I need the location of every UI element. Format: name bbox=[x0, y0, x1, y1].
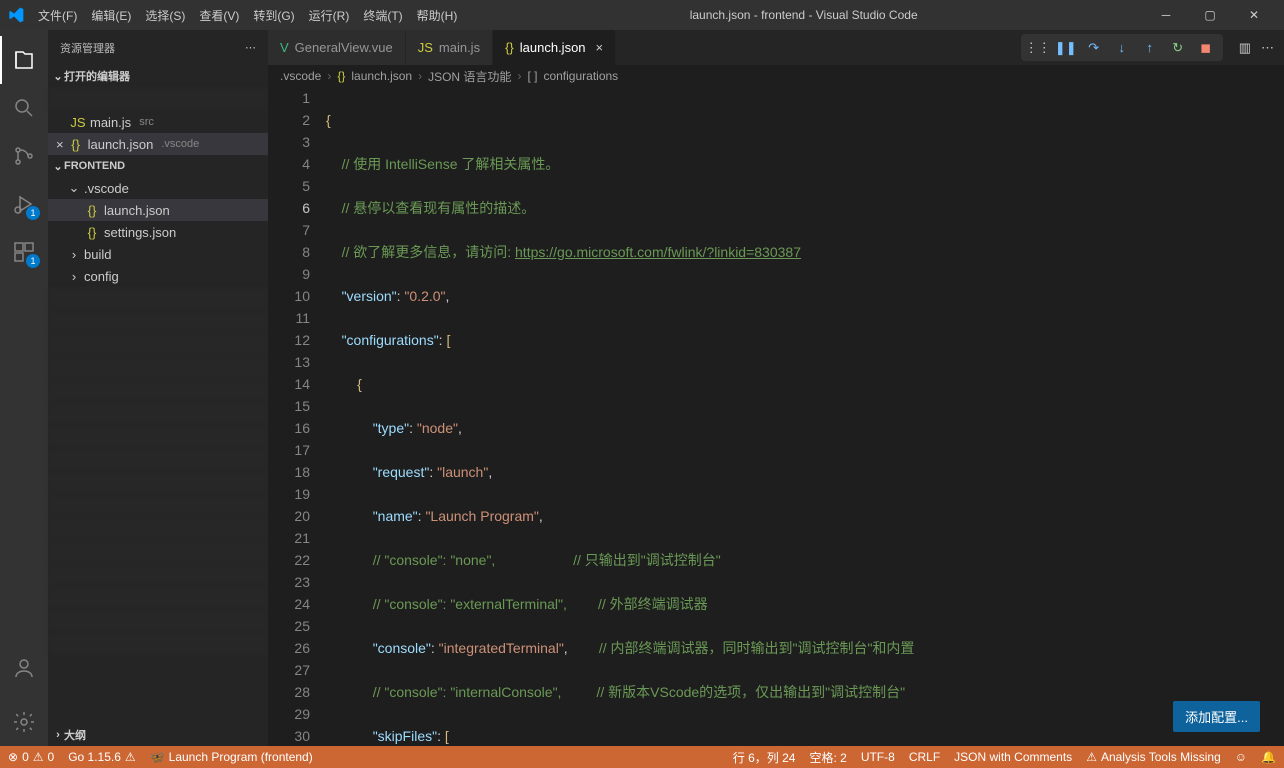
activity-extensions-icon[interactable]: 1 bbox=[0, 228, 48, 276]
activity-debug-icon[interactable]: 1 bbox=[0, 180, 48, 228]
blurred-row bbox=[48, 449, 268, 471]
tab-generalview[interactable]: VGeneralView.vue bbox=[268, 30, 406, 65]
sidebar-title: 资源管理器 ⋯ bbox=[48, 30, 268, 65]
status-launch-config[interactable]: 🦋Launch Program (frontend) bbox=[150, 750, 313, 764]
blurred-row bbox=[48, 88, 268, 110]
menu-run[interactable]: 运行(R) bbox=[303, 7, 356, 24]
project-header[interactable]: ⌄FRONTEND bbox=[48, 155, 268, 177]
breadcrumb-item[interactable]: .vscode bbox=[280, 69, 321, 83]
blurred-row bbox=[48, 403, 268, 425]
menu-help[interactable]: 帮助(H) bbox=[411, 7, 464, 24]
sidebar: 资源管理器 ⋯ ⌄打开的编辑器 JSmain.jssrc ×{}launch.j… bbox=[48, 30, 268, 746]
status-analysis[interactable]: ⚠Analysis Tools Missing bbox=[1086, 750, 1221, 764]
debug-pause-icon[interactable]: ❚❚ bbox=[1053, 35, 1079, 61]
code-content[interactable]: { // 使用 IntelliSense 了解相关属性。 // 悬停以查看现有属… bbox=[326, 87, 1284, 746]
status-feedback-icon[interactable]: ☺ bbox=[1235, 750, 1247, 764]
editor-more-icon[interactable]: ⋯ bbox=[1261, 40, 1274, 56]
breadcrumb-item[interactable]: launch.json bbox=[351, 69, 412, 83]
folder-build[interactable]: ›build bbox=[48, 243, 268, 265]
blurred-row bbox=[48, 610, 268, 632]
sidebar-title-text: 资源管理器 bbox=[60, 40, 115, 56]
file-settingsjson[interactable]: {}settings.json bbox=[48, 221, 268, 243]
activity-scm-icon[interactable] bbox=[0, 132, 48, 180]
file-launchjson[interactable]: {}launch.json bbox=[48, 199, 268, 221]
drag-handle-icon[interactable]: ⋮⋮ bbox=[1025, 35, 1051, 61]
window-minimize-icon[interactable]: ─ bbox=[1144, 0, 1188, 30]
ext-badge: 1 bbox=[26, 254, 40, 268]
blurred-row bbox=[48, 334, 268, 356]
minimap[interactable] bbox=[1170, 87, 1270, 746]
blurred-row bbox=[48, 426, 268, 448]
blurred-row bbox=[48, 541, 268, 563]
debug-toolbar: ⋮⋮ ❚❚ ↷ ↓ ↑ ↻ ◼ bbox=[1021, 34, 1223, 61]
activity-settings-icon[interactable] bbox=[0, 698, 48, 746]
menu-file[interactable]: 文件(F) bbox=[32, 7, 83, 24]
breadcrumb-item[interactable]: configurations bbox=[543, 69, 618, 83]
activity-account-icon[interactable] bbox=[0, 644, 48, 692]
open-editor-mainjs[interactable]: JSmain.jssrc bbox=[48, 111, 268, 133]
open-editor-launchjson[interactable]: ×{}launch.json.vscode bbox=[48, 133, 268, 155]
folder-vscode[interactable]: ⌄.vscode bbox=[48, 177, 268, 199]
blurred-row bbox=[48, 518, 268, 540]
blurred-row bbox=[48, 311, 268, 333]
menu-terminal[interactable]: 终端(T) bbox=[357, 7, 408, 24]
line-numbers: 1234567891011121314151617181920212223242… bbox=[268, 87, 326, 746]
code-editor[interactable]: 1234567891011121314151617181920212223242… bbox=[268, 87, 1284, 746]
blurred-row bbox=[48, 495, 268, 517]
status-language[interactable]: JSON with Comments bbox=[954, 750, 1072, 764]
tab-launchjson[interactable]: {}launch.json× bbox=[493, 30, 616, 65]
status-indent[interactable]: 空格: 2 bbox=[809, 749, 846, 766]
debug-step-out-icon[interactable]: ↑ bbox=[1137, 35, 1163, 61]
blurred-row bbox=[48, 380, 268, 402]
menu-selection[interactable]: 选择(S) bbox=[139, 7, 191, 24]
status-eol[interactable]: CRLF bbox=[909, 750, 940, 764]
editor-tabs: VGeneralView.vue JSmain.js {}launch.json… bbox=[268, 30, 1284, 65]
status-encoding[interactable]: UTF-8 bbox=[861, 750, 895, 764]
close-icon[interactable]: × bbox=[592, 40, 604, 55]
debug-step-into-icon[interactable]: ↓ bbox=[1109, 35, 1135, 61]
debug-badge: 1 bbox=[26, 206, 40, 220]
blurred-row bbox=[48, 357, 268, 379]
close-icon[interactable]: × bbox=[56, 137, 64, 152]
debug-stop-icon[interactable]: ◼ bbox=[1193, 35, 1219, 61]
menu-go[interactable]: 转到(G) bbox=[247, 7, 300, 24]
blurred-row bbox=[48, 288, 268, 310]
blurred-row bbox=[48, 564, 268, 586]
activity-bar: 1 1 bbox=[0, 30, 48, 746]
activity-explorer-icon[interactable] bbox=[0, 36, 48, 84]
status-bell-icon[interactable]: 🔔 bbox=[1261, 750, 1276, 764]
blurred-row bbox=[48, 633, 268, 655]
status-bar: ⊗0⚠0 Go 1.15.6⚠ 🦋Launch Program (fronten… bbox=[0, 746, 1284, 768]
status-cursor[interactable]: 行 6，列 24 bbox=[733, 749, 796, 766]
blurred-row bbox=[48, 472, 268, 494]
folder-config[interactable]: ›config bbox=[48, 265, 268, 287]
breadcrumb[interactable]: .vscode› {}launch.json› JSON 语言功能› [ ]co… bbox=[268, 65, 1284, 87]
menu-view[interactable]: 查看(V) bbox=[193, 7, 245, 24]
open-editors-header[interactable]: ⌄打开的编辑器 bbox=[48, 65, 268, 87]
status-go[interactable]: Go 1.15.6⚠ bbox=[68, 750, 135, 764]
title-bar: 文件(F) 编辑(E) 选择(S) 查看(V) 转到(G) 运行(R) 终端(T… bbox=[0, 0, 1284, 30]
menu-edit[interactable]: 编辑(E) bbox=[85, 7, 137, 24]
activity-search-icon[interactable] bbox=[0, 84, 48, 132]
status-problems[interactable]: ⊗0⚠0 bbox=[8, 750, 54, 764]
outline-header[interactable]: ›大纲 bbox=[48, 724, 268, 746]
vscode-logo-icon bbox=[8, 7, 24, 23]
window-maximize-icon[interactable]: ▢ bbox=[1188, 0, 1232, 30]
breadcrumb-item[interactable]: JSON 语言功能 bbox=[428, 68, 511, 85]
tab-mainjs[interactable]: JSmain.js bbox=[406, 30, 493, 65]
debug-restart-icon[interactable]: ↻ bbox=[1165, 35, 1191, 61]
add-config-button[interactable]: 添加配置... bbox=[1173, 701, 1260, 732]
split-editor-icon[interactable]: ▥ bbox=[1239, 40, 1251, 56]
blurred-row bbox=[48, 587, 268, 609]
menu-bar: 文件(F) 编辑(E) 选择(S) 查看(V) 转到(G) 运行(R) 终端(T… bbox=[32, 7, 463, 24]
window-title: launch.json - frontend - Visual Studio C… bbox=[463, 8, 1144, 22]
debug-step-over-icon[interactable]: ↷ bbox=[1081, 35, 1107, 61]
editor-group: VGeneralView.vue JSmain.js {}launch.json… bbox=[268, 30, 1284, 746]
sidebar-more-icon[interactable]: ⋯ bbox=[245, 41, 256, 54]
window-close-icon[interactable]: ✕ bbox=[1232, 0, 1276, 30]
